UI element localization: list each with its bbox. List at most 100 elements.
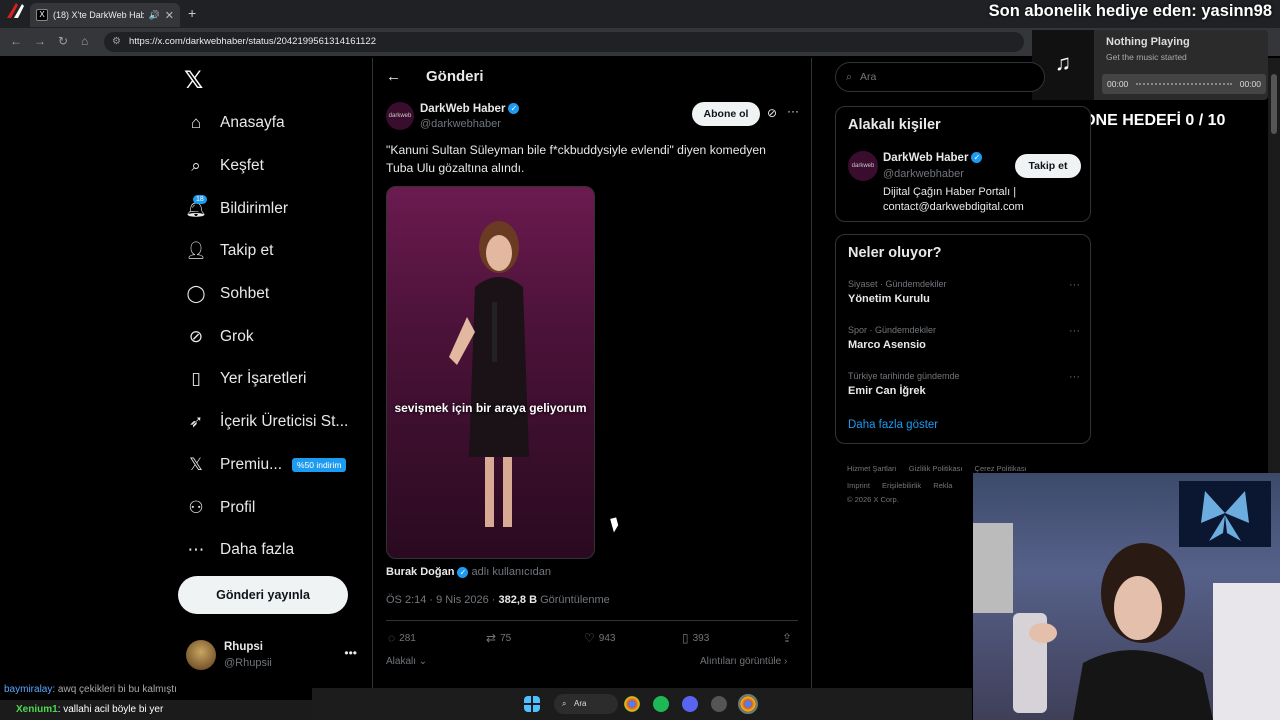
rp-name-text: DarkWeb Haber [883, 152, 969, 164]
nav-item-explore[interactable]: ⌕ Keşfet [185, 145, 365, 188]
nav-label: Yer İşaretleri [220, 370, 307, 388]
view-count: 382,8 B [498, 594, 538, 606]
grok-icon[interactable]: ⊘ [767, 106, 777, 120]
views-label: Görüntülenme [537, 594, 610, 606]
home-nav-icon[interactable]: ⌂ [81, 34, 88, 48]
discord-icon[interactable] [682, 696, 698, 712]
author-name[interactable]: DarkWeb Haber ✓ [420, 103, 520, 115]
tweet-video[interactable]: sevişmek için bir araya geliyorum [386, 186, 595, 559]
trend-item[interactable]: Siyaset · Gündemdekiler Yönetim Kurulu ·… [848, 279, 1080, 305]
nav-item-profile[interactable]: ⚇ Profil [185, 486, 365, 529]
nav-item-home[interactable]: ⌂ Anasayfa [185, 102, 365, 145]
trend-item[interactable]: Spor · Gündemdekiler Marco Asensio ··· [848, 325, 1080, 351]
windows-start-icon[interactable] [524, 696, 540, 712]
nav-label: Daha fazla [220, 541, 295, 559]
related-label: Alakalı [386, 656, 417, 667]
follow-button[interactable]: Takip et [1015, 154, 1081, 178]
divider [386, 620, 798, 621]
page-scrollbar[interactable] [1268, 58, 1280, 474]
card-title: Alakalı kişiler [848, 117, 941, 133]
chat-username: baymiralay [4, 684, 53, 695]
share-button[interactable]: ⇪ [782, 631, 792, 645]
forward-nav-icon[interactable]: → [34, 34, 46, 48]
like-button[interactable]: ♡ 943 [584, 631, 615, 645]
subscribe-button[interactable]: Abone ol [692, 102, 760, 126]
footer-link[interactable]: Rekla [933, 481, 952, 490]
audio-icon[interactable]: 🔊 [149, 10, 160, 21]
tab-title: (18) X'te DarkWeb Haber: " [53, 10, 144, 20]
post-button[interactable]: Gönderi yayınla [178, 576, 348, 614]
bio-line: Dijital Çağın Haber Portalı | [883, 186, 1017, 198]
trends-card: Neler oluyor? Siyaset · Gündemdekiler Yö… [835, 234, 1091, 444]
more-icon[interactable]: ··· [1069, 371, 1080, 383]
nav-label: Anasayfa [220, 114, 285, 132]
url-field[interactable]: ⚙ https://x.com/darkwebhaber/status/2042… [104, 32, 1024, 52]
music-timebar: 00:00 00:00 [1102, 74, 1266, 94]
new-tab-icon[interactable]: + [188, 5, 196, 21]
footer-link[interactable]: Gizlilik Politikası [909, 464, 963, 473]
account-name: Rhupsi [224, 641, 263, 653]
search-input[interactable]: ⌕ Ara [835, 62, 1045, 92]
show-more-link[interactable]: Daha fazla göster [848, 419, 938, 431]
nav-item-premium[interactable]: 𝕏 Premiu... %50 indirim [185, 444, 365, 487]
nav-label: Takip et [220, 242, 274, 260]
footer-link[interactable]: Imprint [847, 481, 870, 490]
close-tab-icon[interactable]: ✕ [165, 9, 174, 22]
avatar[interactable]: darkweb [848, 151, 878, 181]
video-caption: sevişmek için bir araya geliyorum [394, 401, 587, 415]
spotify-icon[interactable] [653, 696, 669, 712]
trend-title: Yönetim Kurulu [848, 293, 930, 305]
obs-icon[interactable] [711, 696, 727, 712]
more-circle-icon: ⋯ [187, 540, 205, 560]
verified-icon: ✓ [971, 152, 983, 164]
search-icon: ⌕ [846, 71, 852, 83]
related-dropdown[interactable]: Alakalı ⌄ [386, 656, 427, 667]
more-icon[interactable]: ··· [787, 104, 799, 118]
chrome-active-icon[interactable] [738, 694, 758, 714]
nav-label: Profil [220, 498, 256, 516]
nav-item-bookmarks[interactable]: ▯ Yer İşaretleri [185, 358, 365, 401]
nav-item-more[interactable]: ⋯ Daha fazla [185, 529, 365, 572]
bio-link[interactable]: contact@darkwebdigital.com [883, 200, 1083, 215]
author-handle[interactable]: @darkwebhaber [420, 118, 501, 130]
trend-item[interactable]: Türkiye tarihinde gündemde Emir Can İğre… [848, 371, 1080, 397]
nav-item-creator-studio[interactable]: ➶ İçerik Üreticisi St... [185, 401, 365, 444]
related-person-name[interactable]: DarkWeb Haber ✓ [883, 152, 983, 164]
nav-item-chat[interactable]: ◯ Sohbet [185, 273, 365, 316]
nav-item-grok[interactable]: ⊘ Grok [185, 315, 365, 358]
trend-context: Siyaset · Gündemdekiler [848, 279, 947, 289]
back-nav-icon[interactable]: ← [10, 34, 22, 48]
webcam-scene [973, 481, 1280, 720]
reload-icon[interactable]: ↻ [58, 34, 68, 48]
view-quotes-link[interactable]: Alıntıları görüntüle › [700, 656, 787, 667]
x-favicon-icon: X [36, 9, 48, 21]
footer-link[interactable]: Çerez Politikası [975, 464, 1027, 473]
tweet-time[interactable]: ÖS 2:14 · 9 Nis 2026 · [386, 594, 499, 606]
footer-link[interactable]: Hizmet Şartları [847, 464, 897, 473]
time-start: 00:00 [1107, 79, 1129, 89]
time-end: 00:00 [1239, 79, 1261, 89]
more-icon[interactable]: ··· [1069, 325, 1080, 337]
author-avatar[interactable]: darkweb [386, 102, 414, 130]
chrome-icon[interactable] [624, 696, 640, 712]
retweet-button[interactable]: ⇄ 75 [486, 631, 511, 645]
url-text: https://x.com/darkwebhaber/status/204219… [129, 36, 376, 47]
x-logo-icon[interactable]: 𝕏 [184, 66, 203, 95]
more-icon[interactable]: ··· [1069, 279, 1080, 291]
nav-item-notifications[interactable]: 🔔︎ 18 Bildirimler [185, 187, 365, 230]
site-info-icon[interactable]: ⚙ [112, 32, 121, 52]
search-icon: ⌕ [191, 156, 201, 176]
account-switcher[interactable]: Rhupsi @Rhupsii ••• [186, 640, 361, 672]
avatar [186, 640, 216, 670]
nav-item-follow[interactable]: 👤︎ Takip et [185, 230, 365, 273]
scroll-thumb[interactable] [1271, 74, 1277, 134]
taskbar-search[interactable]: ⌕ Ara [554, 694, 618, 714]
tagged-user[interactable]: Burak Doğan ✓ adlı kullanıcıdan [386, 566, 551, 578]
browser-tab[interactable]: X (18) X'te DarkWeb Haber: " 🔊 ✕ [30, 3, 180, 27]
back-arrow-icon[interactable]: ← [386, 68, 401, 85]
footer-link[interactable]: Erişilebilirlik [882, 481, 921, 490]
bookmark-button[interactable]: ▯ 393 [682, 631, 709, 645]
account-handle: @Rhupsii [224, 657, 272, 669]
more-icon[interactable]: ••• [344, 646, 357, 660]
reply-button[interactable]: ◌ 281 [388, 631, 416, 645]
